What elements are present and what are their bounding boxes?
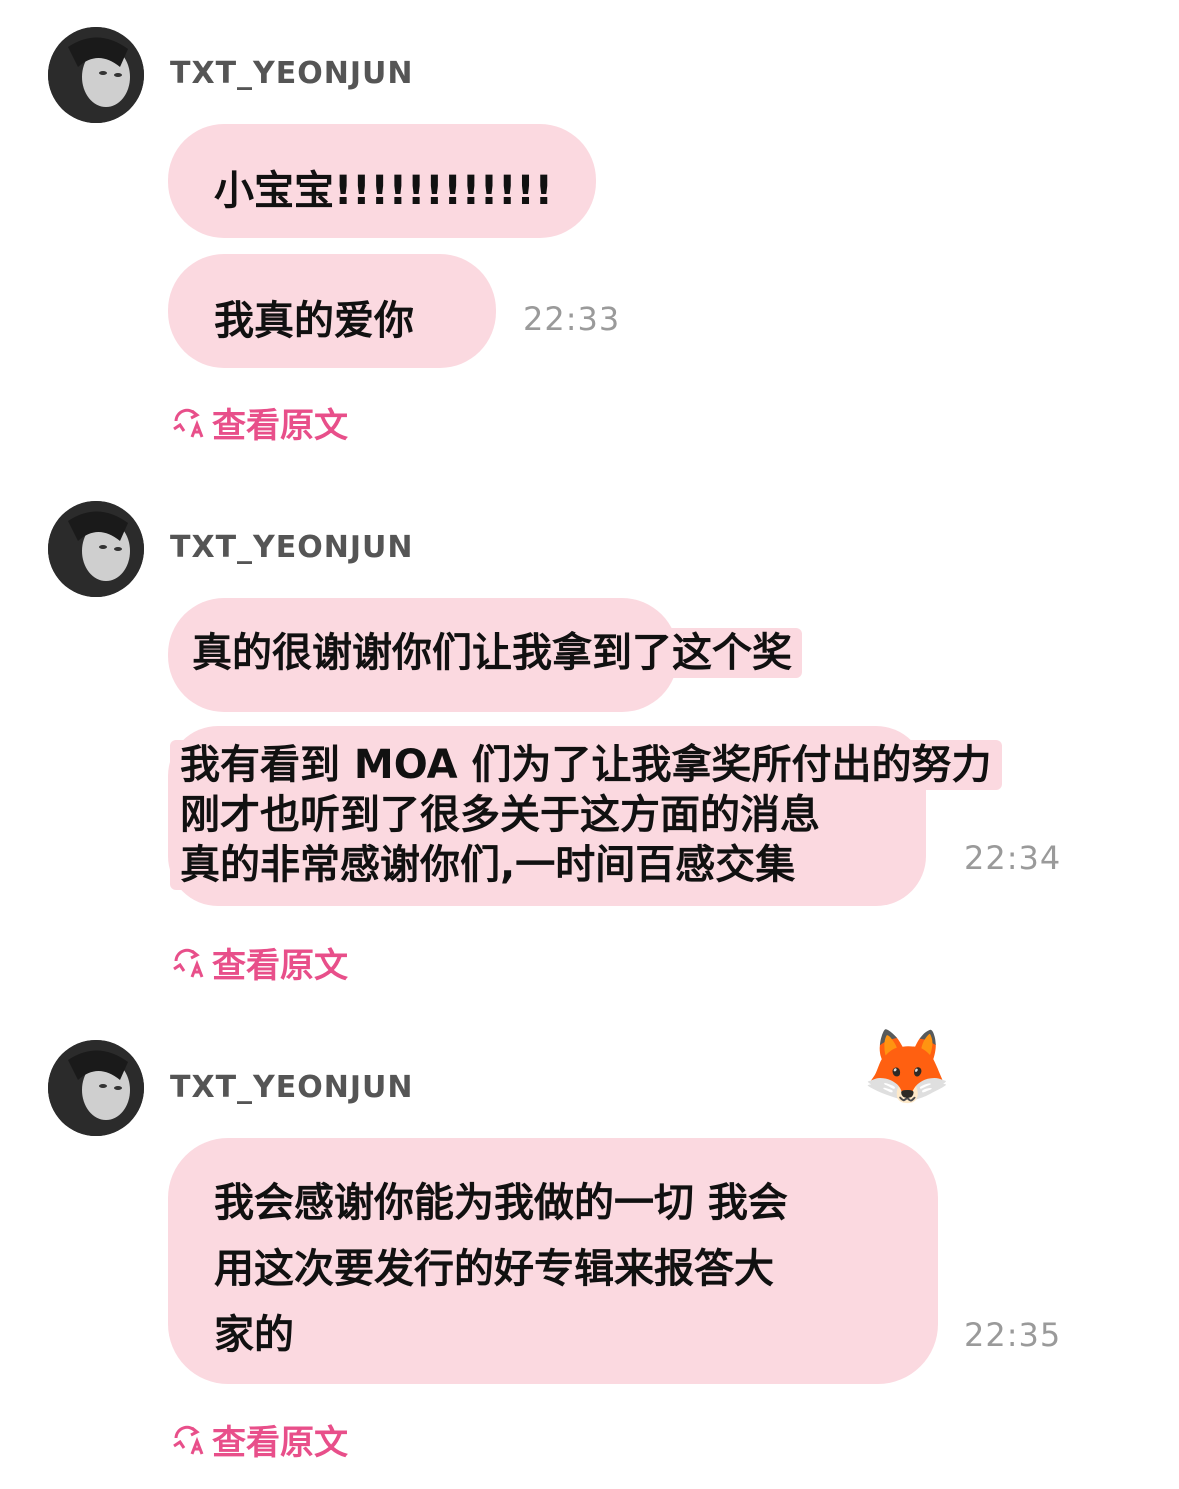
message-text: 家的 — [214, 1312, 294, 1358]
timestamp: 22:34 — [964, 839, 1062, 877]
fox-emoji-icon: 🦊 — [862, 1024, 952, 1108]
view-original-label: 查看原文 — [212, 406, 348, 446]
message-text: 真的非常感谢你们,一时间百感交集 — [170, 840, 806, 890]
avatar-image — [48, 27, 144, 123]
message-text: 我会感谢你能为我做的一切 我会 — [214, 1180, 788, 1226]
translate-icon — [173, 1425, 204, 1455]
view-original-link[interactable]: 查看原文 — [170, 398, 348, 447]
username[interactable]: TXT_YEONJUN — [170, 56, 414, 91]
username[interactable]: TXT_YEONJUN — [170, 530, 414, 565]
view-original-label: 查看原文 — [212, 1423, 348, 1463]
timestamp: 22:35 — [964, 1316, 1062, 1354]
message-text: 小宝宝!!!!!!!!!!!! — [214, 168, 553, 214]
timestamp: 22:33 — [523, 300, 621, 338]
message-text: 刚才也听到了很多关于这方面的消息 — [170, 790, 830, 840]
translate-icon — [173, 408, 204, 438]
view-original-link[interactable]: 查看原文 — [170, 938, 348, 987]
username[interactable]: TXT_YEONJUN — [170, 1070, 414, 1105]
avatar-image — [48, 501, 144, 597]
message-text: 真的很谢谢你们让我拿到了这个奖 — [182, 628, 802, 678]
avatar[interactable] — [48, 1040, 144, 1136]
message-text: 用这次要发行的好专辑来报答大 — [214, 1246, 774, 1292]
message-text: 我有看到 MOA 们为了让我拿奖所付出的努力 — [170, 740, 1002, 790]
avatar-image — [48, 1040, 144, 1136]
avatar[interactable] — [48, 501, 144, 597]
message-text: 我真的爱你 — [214, 298, 414, 344]
view-original-label: 查看原文 — [212, 946, 348, 986]
avatar[interactable] — [48, 27, 144, 123]
translate-icon — [173, 948, 204, 978]
view-original-link[interactable]: 查看原文 — [170, 1415, 348, 1464]
